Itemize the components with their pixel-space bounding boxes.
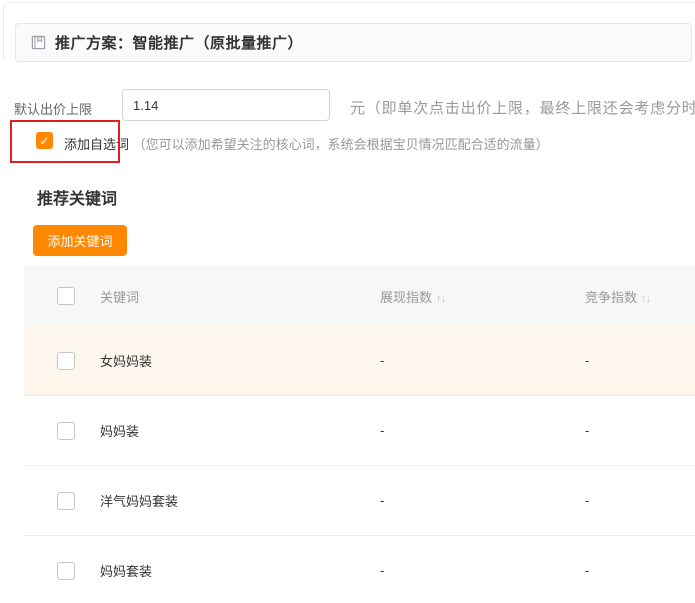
custom-words-hint: （您可以添加希望关注的核心词，系统会根据宝贝情况匹配合适的流量） [133, 137, 549, 152]
keyword-column-header: 关键词 [100, 287, 380, 306]
plan-title: 推广方案：智能推广（原批量推广） [55, 32, 303, 53]
impression-cell: - [380, 493, 585, 508]
bid-cap-input[interactable] [122, 89, 330, 121]
impression-cell: - [380, 563, 585, 578]
sort-arrows-icon[interactable]: ↑↓ [641, 293, 650, 305]
plan-book-icon [31, 35, 46, 50]
impression-column-header[interactable]: 展现指数↑↓ [380, 287, 585, 306]
select-all-checkbox[interactable] [57, 287, 75, 305]
check-icon: ✓ [39, 135, 49, 147]
row-checkbox[interactable] [57, 352, 75, 370]
competition-cell: - [585, 493, 695, 508]
table-row[interactable]: 洋气妈妈套装 - - [24, 466, 695, 536]
plan-header: 推广方案：智能推广（原批量推广） [15, 23, 692, 62]
promotion-plan-page: 推广方案：智能推广（原批量推广） 默认出价上限 元（即单次点击出价上限，最终上限… [0, 0, 695, 603]
recommended-keywords-title: 推荐关键词 [37, 185, 117, 209]
keyword-cell: 妈妈装 [100, 421, 380, 440]
bid-cap-hint: 元（即单次点击出价上限，最终上限还会考虑分时 [350, 97, 695, 118]
keyword-cell: 洋气妈妈套装 [100, 491, 380, 510]
add-keywords-button[interactable]: 添加关键词 [33, 225, 127, 256]
custom-words-checkbox[interactable]: ✓ [36, 132, 53, 149]
keyword-cell: 女妈妈装 [100, 351, 380, 370]
row-checkbox[interactable] [57, 562, 75, 580]
custom-words-text: 添加自选词 （您可以添加希望关注的核心词，系统会根据宝贝情况匹配合适的流量） [64, 134, 549, 153]
impression-cell: - [380, 353, 585, 368]
competition-cell: - [585, 353, 695, 368]
row-checkbox[interactable] [57, 492, 75, 510]
impression-cell: - [380, 423, 585, 438]
table-row[interactable]: 妈妈装 - - [24, 396, 695, 466]
bid-cap-label: 默认出价上限 [14, 99, 92, 118]
table-row[interactable]: 妈妈套装 - - [24, 536, 695, 603]
sort-arrows-icon[interactable]: ↑↓ [436, 293, 445, 305]
table-header-row: 关键词 展现指数↑↓ 竞争指数↑↓ [24, 266, 695, 326]
table-row[interactable]: 女妈妈装 - - [24, 326, 695, 396]
competition-cell: - [585, 423, 695, 438]
keywords-table: 关键词 展现指数↑↓ 竞争指数↑↓ 女妈妈装 - - 妈妈装 - - 洋气妈妈套… [24, 266, 695, 603]
row-checkbox[interactable] [57, 422, 75, 440]
header-checkbox-cell [24, 287, 100, 305]
keyword-cell: 妈妈套装 [100, 561, 380, 580]
competition-column-header[interactable]: 竞争指数↑↓ [585, 287, 695, 306]
custom-words-label: 添加自选词 [64, 137, 129, 152]
competition-cell: - [585, 563, 695, 578]
